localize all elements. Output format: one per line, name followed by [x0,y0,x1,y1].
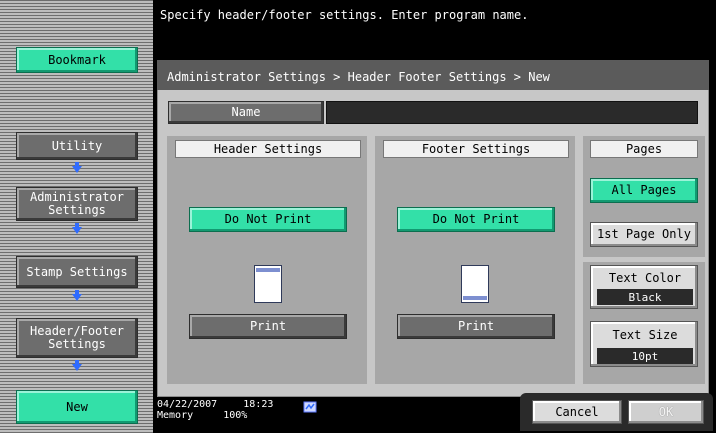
memory-label: Memory [157,410,194,421]
name-button[interactable]: Name [168,101,324,124]
down-arrow-icon [72,360,82,371]
network-status-icon [303,399,319,413]
sidebar-step-new[interactable]: New [16,390,138,424]
first-page-only-label: 1st Page Only [597,227,691,241]
down-arrow-icon [72,223,82,234]
text-size-label: Text Size [612,328,678,342]
header-print-button[interactable]: Print [189,314,347,339]
text-color-value: Black [597,289,693,305]
sidebar-step-label: Header/Footer Settings [30,324,124,351]
footer-print-button[interactable]: Print [397,314,555,339]
bookmark-label: Bookmark [48,52,106,67]
bookmark-button[interactable]: Bookmark [16,47,138,73]
ok-label: OK [658,404,674,419]
footer-settings-panel [375,136,575,384]
all-pages-label: All Pages [611,183,677,197]
footer-do-not-print-button[interactable]: Do Not Print [397,207,555,232]
footer-settings-title: Footer Settings [383,140,569,158]
header-settings-title: Header Settings [175,140,361,158]
down-arrow-icon [72,162,82,173]
header-do-not-print-button[interactable]: Do Not Print [189,207,347,232]
sidebar-step-label: Administrator Settings [30,190,124,217]
text-color-label: Text Color [608,271,682,285]
instruction-message: Specify header/footer settings. Enter pr… [160,8,529,22]
name-field[interactable] [326,101,698,124]
footer-page-icon [461,265,489,303]
status-line-1: 04/22/2007 18:23 [157,399,273,410]
cancel-button[interactable]: Cancel [532,400,622,424]
text-size-value: 10pt [597,348,693,364]
footer-print-label: Print [457,319,495,333]
sidebar-step-label: New [66,399,88,414]
status-date: 04/22/2007 [157,399,218,410]
sidebar-step-utility[interactable]: Utility [16,132,138,160]
first-page-only-button[interactable]: 1st Page Only [590,222,698,247]
sidebar-step-administrator-settings[interactable]: Administrator Settings [16,187,138,221]
status-line-2: Memory 100% [157,410,273,421]
footer-do-not-print-label: Do Not Print [432,212,520,226]
pages-title: Pages [590,140,698,158]
text-color-button[interactable]: Text Color Black [590,265,698,309]
header-settings-panel [167,136,367,384]
sidebar: Bookmark Utility Administrator Settings … [0,0,155,433]
header-page-icon [254,265,282,303]
down-arrow-icon [72,290,82,301]
all-pages-button[interactable]: All Pages [590,178,698,203]
status-time: 18:23 [243,399,274,410]
breadcrumb: Administrator Settings > Header Footer S… [157,60,709,90]
header-do-not-print-label: Do Not Print [224,212,312,226]
cancel-label: Cancel [555,404,599,419]
name-button-label: Name [231,105,261,119]
sidebar-step-header-footer-settings[interactable]: Header/Footer Settings [16,318,138,358]
screen: Bookmark Utility Administrator Settings … [0,0,716,433]
memory-value: 100% [223,410,248,421]
sidebar-step-stamp-settings[interactable]: Stamp Settings [16,256,138,288]
text-size-button[interactable]: Text Size 10pt [590,321,698,367]
header-print-label: Print [249,319,287,333]
ok-button[interactable]: OK [628,400,704,424]
sidebar-step-label: Stamp Settings [26,264,128,279]
status-bar: 04/22/2007 18:23 Memory 100% [157,399,273,421]
sidebar-step-label: Utility [51,138,103,153]
